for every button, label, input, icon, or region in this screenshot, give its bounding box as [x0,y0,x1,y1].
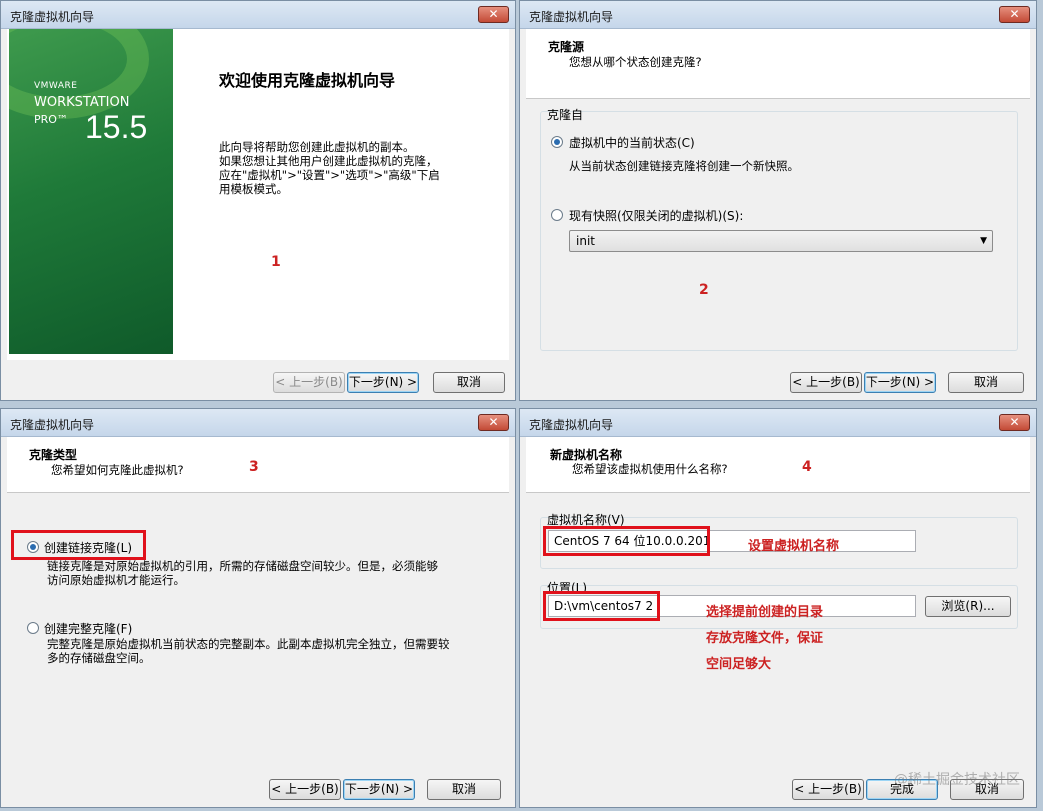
option-current-state-label[interactable]: 虚拟机中的当前状态(C) [569,134,695,151]
browse-button[interactable]: 浏览(R)... [925,596,1011,617]
wizard-body: 克隆类型 您希望如何克隆此虚拟机? 3 创建链接克隆(L) 链接克隆是对原始虚拟… [7,437,509,767]
welcome-intro-3: 应在"虚拟机">"设置">"选项">"高级"下启 [219,168,440,182]
window-title: 克隆虚拟机向导 [10,418,95,432]
snapshot-value: init [576,234,595,248]
group-label: 克隆自 [547,108,584,122]
watermark: @稀土掘金技术社区 [894,772,1020,788]
welcome-intro-4: 用模板模式。 [219,182,288,196]
option-full-desc-1: 完整克隆是原始虚拟机当前状态的完整副本。此副本虚拟机完全独立，但需要较 [47,637,450,651]
page-subtitle: 您想从哪个状态创建克隆? [569,55,702,69]
logo-version: 15.5 [85,109,148,145]
radio-linked-clone[interactable] [27,541,39,553]
back-button[interactable]: < 上一步(B) [792,779,864,800]
option-full-label[interactable]: 创建完整克隆(F) [44,620,132,637]
back-button[interactable]: < 上一步(B) [273,372,345,393]
next-button[interactable]: 下一步(N) > [864,372,936,393]
page-title: 克隆类型 [29,448,78,462]
button-row: < 上一步(B) 下一步(N) > 取消 [273,372,505,394]
option-linked-desc-2: 访问原始虚拟机才能运行。 [47,573,185,587]
close-button[interactable]: ✕ [478,6,509,23]
wizard-body: 新虚拟机名称 您希望该虚拟机使用什么名称? 4 虚拟机名称(V) CentOS … [526,437,1030,767]
step-number: 3 [249,459,259,475]
wizard-window-clone-type: 克隆虚拟机向导 ✕ 克隆类型 您希望如何克隆此虚拟机? 3 创建链接克隆(L) … [0,408,516,808]
snapshot-dropdown[interactable]: init ▼ [569,230,993,252]
clone-from-group: 克隆自 虚拟机中的当前状态(C) 从当前状态创建链接克隆将创建一个新快照。 现有… [540,108,1018,351]
chevron-down-icon: ▼ [980,236,987,246]
welcome-intro-1: 此向导将帮助您创建此虚拟机的副本。 [219,140,415,154]
location-annotation-1: 选择提前创建的目录 [706,605,824,620]
option-full-desc-2: 多的存储磁盘空间。 [47,651,151,665]
name-annotation: 设置虚拟机名称 [748,539,840,554]
highlight-box-location [543,591,660,621]
title-bar[interactable]: 克隆虚拟机向导 ✕ [520,409,1036,437]
option-snapshot-label[interactable]: 现有快照(仅限关闭的虚拟机)(S): [569,207,743,224]
welcome-intro-2: 如果您想让其他用户创建此虚拟机的克隆， [219,154,438,168]
wizard-body: VMWARE WORKSTATION PRO™ 15.5 欢迎使用克隆虚拟机向导… [7,29,509,360]
welcome-heading: 欢迎使用克隆虚拟机向导 [219,71,396,90]
page-header: 新虚拟机名称 您希望该虚拟机使用什么名称? 4 [526,437,1030,493]
cancel-button[interactable]: 取消 [427,779,501,800]
page-subtitle: 您希望如何克隆此虚拟机? [51,463,184,477]
vmware-banner: VMWARE WORKSTATION PRO™ 15.5 [9,29,173,354]
window-title: 克隆虚拟机向导 [10,10,95,24]
step-number: 2 [699,282,709,298]
page-subtitle: 您希望该虚拟机使用什么名称? [572,462,728,476]
close-button[interactable]: ✕ [999,6,1030,23]
step-number: 4 [802,459,812,475]
cancel-button[interactable]: 取消 [948,372,1024,393]
button-row: < 上一步(B) 下一步(N) > 取消 [269,779,501,801]
page-header: 克隆类型 您希望如何克隆此虚拟机? 3 [7,437,509,493]
highlight-box-name [543,526,710,556]
wizard-body: 克隆源 您想从哪个状态创建克隆? 克隆自 虚拟机中的当前状态(C) 从当前状态创… [526,29,1030,360]
wizard-window-name: 克隆虚拟机向导 ✕ 新虚拟机名称 您希望该虚拟机使用什么名称? 4 虚拟机名称(… [519,408,1037,808]
back-button[interactable]: < 上一步(B) [790,372,862,393]
page-title: 克隆源 [548,40,585,54]
step-number: 1 [271,254,281,270]
radio-current-state[interactable] [551,136,563,148]
logo-workstation: WORKSTATION [34,95,130,110]
location-annotation-3: 空间足够大 [706,657,772,672]
back-button[interactable]: < 上一步(B) [269,779,341,800]
next-button[interactable]: 下一步(N) > [343,779,415,800]
radio-existing-snapshot[interactable] [551,209,563,221]
wizard-window-welcome: 克隆虚拟机向导 ✕ VMWARE WORKSTATION PRO™ 15.5 欢… [0,0,516,401]
cancel-button[interactable]: 取消 [433,372,505,393]
option-current-state-desc: 从当前状态创建链接克隆将创建一个新快照。 [569,159,799,173]
close-button[interactable]: ✕ [999,414,1030,431]
wizard-window-source: 克隆虚拟机向导 ✕ 克隆源 您想从哪个状态创建克隆? 克隆自 虚拟机中的当前状态… [519,0,1037,401]
location-annotation-2: 存放克隆文件，保证 [706,631,824,646]
radio-full-clone[interactable] [27,622,39,634]
close-button[interactable]: ✕ [478,414,509,431]
title-bar[interactable]: 克隆虚拟机向导 ✕ [1,409,515,437]
option-linked-label[interactable]: 创建链接克隆(L) [44,539,132,556]
logo-pro: PRO™ [34,113,68,126]
logo-vmware: VMWARE [34,81,78,91]
title-bar[interactable]: 克隆虚拟机向导 ✕ [520,1,1036,29]
option-linked-desc-1: 链接克隆是对原始虚拟机的引用，所需的存储磁盘空间较少。但是，必须能够 [47,559,438,573]
button-row: < 上一步(B) 下一步(N) > 取消 [790,372,1024,394]
page-header: 克隆源 您想从哪个状态创建克隆? [526,29,1030,99]
window-title: 克隆虚拟机向导 [529,10,614,24]
window-title: 克隆虚拟机向导 [529,418,614,432]
next-button[interactable]: 下一步(N) > [347,372,419,393]
title-bar[interactable]: 克隆虚拟机向导 ✕ [1,1,515,29]
